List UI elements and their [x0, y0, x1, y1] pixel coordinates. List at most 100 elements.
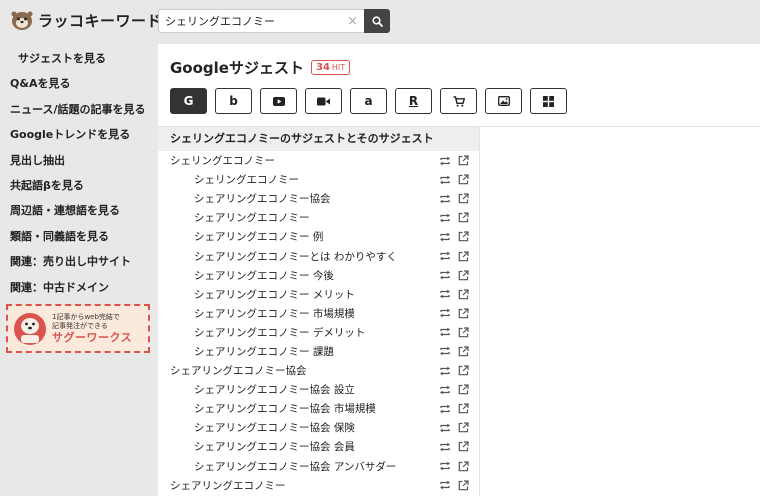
list-item[interactable]: シェアリングエコノミー協会 — [158, 189, 479, 208]
repeat-icon[interactable] — [439, 232, 451, 242]
site-logo[interactable]: ラッコキーワード — [10, 8, 162, 32]
clear-icon[interactable]: × — [347, 14, 358, 29]
tab-bing[interactable]: b — [215, 88, 252, 114]
external-link-icon[interactable] — [458, 212, 469, 223]
list-item[interactable]: シェアリングエコノミー協会 設立 — [158, 380, 479, 399]
external-link-icon[interactable] — [458, 480, 469, 491]
list-item-text[interactable]: シェアリングエコノミー メリット — [194, 287, 355, 302]
repeat-icon[interactable] — [439, 194, 451, 204]
list-item[interactable]: シェアリングエコノミー — [158, 476, 479, 495]
search-button[interactable] — [364, 9, 390, 33]
sidebar-item-suggest[interactable]: サジェストを見る — [0, 46, 158, 71]
list-item-text[interactable]: シェアリングエコノミー 今後 — [194, 268, 334, 283]
tab-google[interactable]: G — [170, 88, 207, 114]
repeat-icon[interactable] — [439, 461, 451, 471]
list-item-text[interactable]: シェアリングエコノミー協会 — [170, 363, 307, 378]
repeat-icon[interactable] — [439, 423, 451, 433]
list-item[interactable]: シェアリングエコノミー 市場規模 — [158, 304, 479, 323]
sidebar-item-news[interactable]: ニュース/話題の記事を見る — [0, 97, 158, 122]
list-item[interactable]: シェアリングエコノミー協会 アンバサダー — [158, 457, 479, 476]
list-item[interactable]: シェアリングエコノミー協会 市場規模 — [158, 399, 479, 418]
hit-label: HIT — [331, 63, 346, 72]
external-link-icon[interactable] — [458, 365, 469, 376]
repeat-icon[interactable] — [439, 327, 451, 337]
repeat-icon[interactable] — [439, 480, 451, 490]
list-item-text[interactable]: シェアリングエコノミー — [170, 478, 286, 493]
sidebar-item-related-words[interactable]: 周辺語・連想語を見る — [0, 198, 158, 223]
repeat-icon[interactable] — [439, 385, 451, 395]
repeat-icon[interactable] — [439, 308, 451, 318]
external-link-icon[interactable] — [458, 346, 469, 357]
tab-rakuten[interactable]: R — [395, 88, 432, 114]
main-panel: Googleサジェスト 34 HIT G b a R シェリングエコノミーのサジ… — [158, 44, 760, 496]
external-link-icon[interactable] — [458, 270, 469, 281]
external-link-icon[interactable] — [458, 231, 469, 242]
sidebar-item-cooccurrence[interactable]: 共起語βを見る — [0, 173, 158, 198]
sidebar-item-used-domains[interactable]: 関連：中古ドメイン — [0, 275, 158, 300]
list-item-text[interactable]: シェアリングエコノミー 市場規模 — [194, 306, 355, 321]
list-item-text[interactable]: シェアリングエコノミー協会 市場規模 — [194, 401, 376, 416]
external-link-icon[interactable] — [458, 327, 469, 338]
tab-youtube[interactable] — [260, 88, 297, 114]
sidebar-item-qa[interactable]: Q&Aを見る — [0, 71, 158, 96]
external-link-icon[interactable] — [458, 250, 469, 262]
list-item[interactable]: シェアリングエコノミー 今後 — [158, 266, 479, 285]
repeat-icon[interactable] — [439, 251, 451, 261]
sidebar-item-headings[interactable]: 見出し抽出 — [0, 148, 158, 173]
list-item-text[interactable]: シェリングエコノミー — [170, 153, 275, 168]
list-item[interactable]: シェリングエコノミー — [158, 170, 479, 189]
external-link-icon[interactable] — [458, 422, 469, 433]
list-item-text[interactable]: シェアリングエコノミー 例 — [194, 229, 323, 244]
repeat-icon[interactable] — [439, 442, 451, 452]
sidebar-item-google-trends[interactable]: Googleトレンドを見る — [0, 122, 158, 147]
list-item[interactable]: シェアリングエコノミー メリット — [158, 285, 479, 304]
list-item[interactable]: シェリングエコノミー — [158, 151, 479, 170]
list-item[interactable]: シェアリングエコノミー 課題 — [158, 342, 479, 361]
tab-image[interactable] — [485, 88, 522, 114]
tab-appstore[interactable] — [530, 88, 567, 114]
list-item[interactable]: シェアリングエコノミー 例 — [158, 227, 479, 246]
list-item-text[interactable]: シェアリングエコノミー協会 — [194, 191, 331, 206]
external-link-icon[interactable] — [458, 289, 469, 300]
list-item[interactable]: シェアリングエコノミー デメリット — [158, 323, 479, 342]
repeat-icon[interactable] — [439, 346, 451, 356]
tab-shopping[interactable] — [440, 88, 477, 114]
repeat-icon[interactable] — [439, 213, 451, 223]
list-item-text[interactable]: シェアリングエコノミー協会 保険 — [194, 420, 355, 435]
list-item[interactable]: シェアリングエコノミー協会 — [158, 361, 479, 380]
list-item-text[interactable]: シェアリングエコノミー協会 アンバサダー — [194, 459, 396, 474]
ad-banner[interactable]: 1記事からweb完結で 記事発注ができる サグーワークス — [6, 304, 150, 353]
repeat-icon[interactable] — [439, 156, 451, 166]
tab-video[interactable] — [305, 88, 342, 114]
external-link-icon[interactable] — [458, 441, 469, 452]
repeat-icon[interactable] — [439, 404, 451, 414]
search-input-value[interactable]: シェリングエコノミー — [165, 13, 343, 29]
repeat-icon[interactable] — [439, 366, 451, 376]
search-input[interactable]: シェリングエコノミー × — [158, 9, 364, 33]
row-actions — [432, 361, 469, 380]
repeat-icon[interactable] — [439, 270, 451, 280]
external-link-icon[interactable] — [458, 460, 469, 472]
external-link-icon[interactable] — [458, 174, 469, 185]
list-item[interactable]: シェアリングエコノミー — [158, 208, 479, 227]
external-link-icon[interactable] — [458, 155, 469, 166]
tab-amazon[interactable]: a — [350, 88, 387, 114]
external-link-icon[interactable] — [458, 308, 469, 319]
list-item[interactable]: シェアリングエコノミー協会 会員 — [158, 437, 479, 456]
list-item[interactable]: シェアリングエコノミー協会 保険 — [158, 418, 479, 437]
list-item-text[interactable]: シェアリングエコノミー 課題 — [194, 344, 334, 359]
list-item-text[interactable]: シェアリングエコノミー — [194, 210, 310, 225]
sidebar-item-sites-for-sale[interactable]: 関連：売り出し中サイト — [0, 249, 158, 274]
list-item-text[interactable]: シェアリングエコノミー デメリット — [194, 325, 365, 340]
sidebar-item-synonyms[interactable]: 類語・同義語を見る — [0, 224, 158, 249]
external-link-icon[interactable] — [458, 384, 469, 395]
repeat-icon[interactable] — [439, 175, 451, 185]
list-item-text[interactable]: シェアリングエコノミーとは わかりやすく — [194, 249, 397, 264]
repeat-icon[interactable] — [439, 289, 451, 299]
list-item[interactable]: シェアリングエコノミーとは わかりやすく — [158, 246, 479, 265]
list-item-text[interactable]: シェリングエコノミー — [194, 172, 299, 187]
external-link-icon[interactable] — [458, 193, 469, 204]
external-link-icon[interactable] — [458, 403, 469, 414]
list-item-text[interactable]: シェアリングエコノミー協会 設立 — [194, 382, 355, 397]
list-item-text[interactable]: シェアリングエコノミー協会 会員 — [194, 439, 355, 454]
